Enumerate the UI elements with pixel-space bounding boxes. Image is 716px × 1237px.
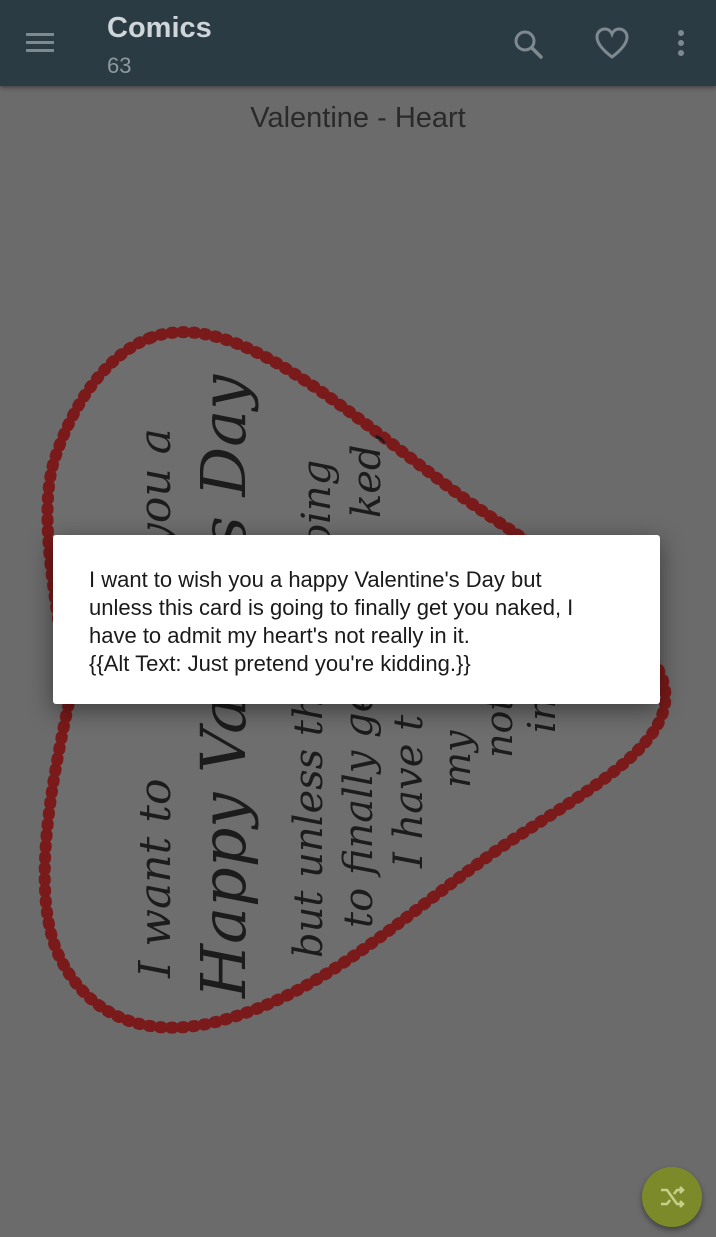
comic-text-5: but unless thi	[286, 681, 332, 958]
alt-text-line: {{Alt Text: Just pretend you're kidding.…	[89, 651, 471, 676]
comic-text-7: ked,	[344, 432, 390, 518]
comic-text-1: I want to	[130, 779, 181, 979]
comic-text-10: my	[435, 730, 479, 788]
more-vert-icon	[678, 30, 684, 56]
comic-text-9: I have t	[386, 714, 432, 869]
alt-text-line: have to admit my heart's not really in i…	[89, 623, 470, 648]
app-title: Comics	[107, 12, 212, 44]
app-bar: Comics 63	[0, 0, 716, 86]
menu-icon	[26, 33, 54, 52]
comic-text-11: not	[477, 695, 521, 758]
comic-title: Valentine - Heart	[250, 102, 466, 134]
overflow-menu-button[interactable]	[661, 24, 701, 64]
alt-text-line: unless this card is going to finally get…	[89, 595, 574, 620]
alt-text-dialog: I want to wish you a happy Valentine's D…	[53, 535, 660, 704]
shuffle-icon	[661, 1186, 685, 1208]
search-icon	[514, 30, 543, 59]
random-comic-button[interactable]	[642, 1167, 702, 1227]
search-button[interactable]	[508, 24, 548, 64]
comic-text-8: to finally ge	[336, 689, 382, 928]
alt-text-line: I want to wish you a happy Valentine's D…	[89, 567, 542, 592]
favorite-button[interactable]	[592, 24, 632, 64]
heart-icon	[595, 27, 629, 59]
menu-button[interactable]	[22, 26, 60, 60]
comic-text-2: you a	[130, 428, 181, 550]
comic-text-4: s Day	[187, 374, 260, 548]
alt-text: I want to wish you a happy Valentine's D…	[89, 566, 639, 678]
comic-count: 63	[107, 53, 132, 78]
